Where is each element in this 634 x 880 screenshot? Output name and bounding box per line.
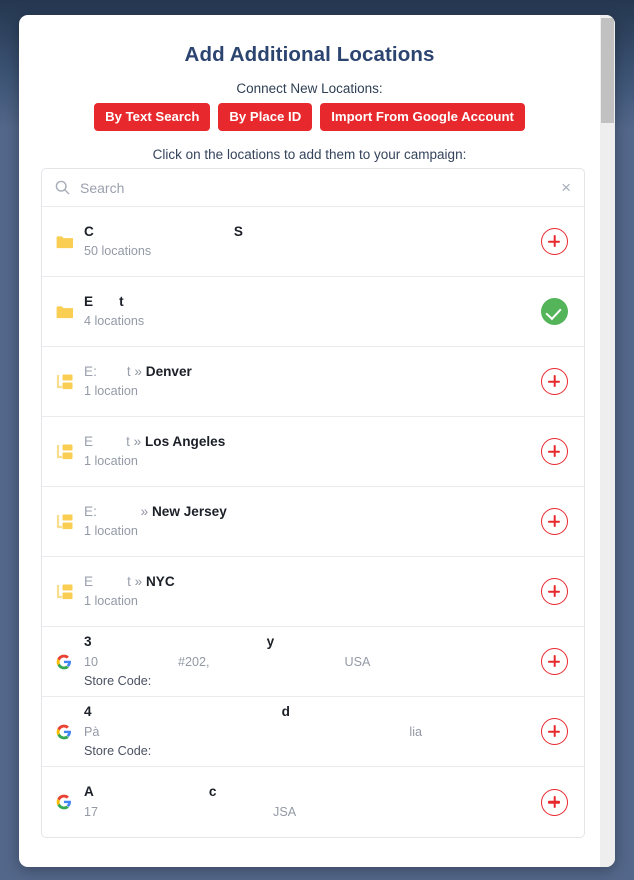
location-count: 1 location xyxy=(84,524,138,539)
folder-name: CS xyxy=(84,223,243,239)
store-code: Store Code: xyxy=(84,673,152,688)
parent-folder-name: Et xyxy=(84,573,131,589)
list-item-title: Et xyxy=(84,292,531,312)
add-location-action xyxy=(541,648,568,675)
list-item-title: Et » Los Angeles xyxy=(84,432,531,452)
subfolder-icon xyxy=(56,514,78,530)
path-separator: » xyxy=(133,433,142,449)
list-item-title: E: t » Denver xyxy=(84,362,531,382)
list-item-title: 3y xyxy=(84,632,531,652)
child-location-name: Denver xyxy=(145,363,192,379)
business-name: Ac xyxy=(84,784,217,800)
subfolder-icon xyxy=(56,584,78,600)
path-separator: » xyxy=(134,363,142,379)
search-icon xyxy=(55,180,70,195)
business-address: Pà lia xyxy=(84,724,423,739)
search-bar: × xyxy=(42,169,584,207)
list-item-text: Et 4 locations xyxy=(78,292,531,332)
list-item-text: E: » New Jersey 1 location xyxy=(78,502,531,542)
add-button[interactable] xyxy=(541,508,568,535)
locations-list: C S 50 locations Et 4 locations E: t » Denver 1… xyxy=(42,207,584,837)
folder-icon xyxy=(56,235,78,249)
list-item-text: Et » Los Angeles 1 location xyxy=(78,432,531,472)
list-item[interactable]: E: t » Denver 1 location xyxy=(42,347,584,417)
location-count: 1 location xyxy=(84,454,138,469)
subfolder-icon xyxy=(56,444,78,460)
list-item-text: Ac 17 JSA xyxy=(78,782,531,822)
clear-search-icon[interactable]: × xyxy=(559,179,573,196)
locations-panel: × CS 50 locations Et 4 locations E:t » Denve… xyxy=(41,168,585,838)
list-item[interactable]: Et » NYC 1 location xyxy=(42,557,584,627)
add-location-action xyxy=(541,718,568,745)
add-location-action xyxy=(541,368,568,395)
child-location-name: New Jersey xyxy=(151,503,227,519)
by-place-id-button[interactable]: By Place ID xyxy=(218,103,313,132)
by-text-search-button[interactable]: By Text Search xyxy=(94,103,211,132)
list-item-text: 4 d Pà lia Store Code: xyxy=(78,702,531,760)
parent-folder-name: Et xyxy=(84,433,130,449)
page-title: Add Additional Locations xyxy=(184,43,435,66)
list-item[interactable]: 3 y 10 #202, USA Store Code: xyxy=(42,627,584,697)
list-item[interactable]: E: » New Jersey 1 location xyxy=(42,487,584,557)
add-location-action xyxy=(541,438,568,465)
add-button[interactable] xyxy=(541,718,568,745)
folder-name: Et xyxy=(84,293,124,309)
add-location-action xyxy=(541,508,568,535)
business-address: 10 #202, USA xyxy=(84,654,371,669)
add-button[interactable] xyxy=(541,228,568,255)
location-count: 4 locations xyxy=(84,314,145,329)
import-from-google-account-button[interactable]: Import From Google Account xyxy=(320,103,525,132)
add-location-action xyxy=(541,788,568,816)
google-icon xyxy=(56,654,78,670)
modal-scrollbar[interactable] xyxy=(600,15,615,867)
location-count: 1 location xyxy=(84,384,138,399)
list-item-title: 4d xyxy=(84,702,531,722)
add-button[interactable] xyxy=(541,368,568,395)
add-button[interactable] xyxy=(541,788,568,816)
add-location-action xyxy=(541,228,568,255)
store-code: Store Code: xyxy=(84,743,152,758)
google-icon xyxy=(56,724,78,740)
list-item[interactable]: Et » Los Angeles 1 location xyxy=(42,417,584,487)
child-location-name: NYC xyxy=(145,573,175,589)
list-item[interactable]: Ac 17 JSA xyxy=(42,767,584,837)
list-item-text: E: t » Denver 1 location xyxy=(78,362,531,402)
list-item-title: E: » New Jersey xyxy=(84,502,531,522)
added-check-button[interactable] xyxy=(541,298,568,325)
list-item-text: 3 y 10 #202, USA Store Code: xyxy=(78,632,531,690)
path-separator: » xyxy=(134,573,143,589)
search-input[interactable] xyxy=(80,179,560,196)
list-item-title: Et » NYC xyxy=(84,572,531,592)
subfolder-icon xyxy=(56,374,78,390)
business-name: 4d xyxy=(84,704,290,720)
add-button[interactable] xyxy=(541,648,568,675)
location-count: 50 locations xyxy=(84,244,152,259)
path-separator: » xyxy=(140,503,149,519)
instruction-text: Click on the locations to add them to yo… xyxy=(152,147,467,163)
add-button[interactable] xyxy=(541,578,568,605)
location-added-action xyxy=(541,298,568,325)
business-address: 17 JSA xyxy=(84,804,297,819)
list-item[interactable]: 4 d Pà lia Store Code: xyxy=(42,697,584,767)
folder-icon xyxy=(56,305,78,319)
parent-folder-name: E: xyxy=(84,503,97,519)
add-location-action xyxy=(541,578,568,605)
list-item-title: CS xyxy=(84,222,531,242)
connect-buttons: By Text Search By Place ID Import From G… xyxy=(19,103,615,132)
modal-scrollbar-thumb[interactable] xyxy=(601,18,614,123)
list-item-title: Ac xyxy=(84,782,531,802)
location-count: 1 location xyxy=(84,594,138,609)
modal-content: Add Additional Locations Connect New Loc… xyxy=(19,15,615,867)
connect-locations-label: Connect New Locations: xyxy=(236,81,383,96)
business-name: 3y xyxy=(84,634,275,650)
parent-folder-name: E: t xyxy=(84,363,131,379)
list-item[interactable]: C S 50 locations xyxy=(42,207,584,277)
list-item-text: Et » NYC 1 location xyxy=(78,572,531,612)
list-item[interactable]: Et 4 locations xyxy=(42,277,584,347)
add-locations-modal: Add Additional Locations Connect New Loc… xyxy=(19,15,615,867)
child-location-name: Los Angeles xyxy=(144,433,226,449)
add-button[interactable] xyxy=(541,438,568,465)
list-item-text: C S 50 locations xyxy=(78,222,531,262)
google-icon xyxy=(56,794,78,810)
